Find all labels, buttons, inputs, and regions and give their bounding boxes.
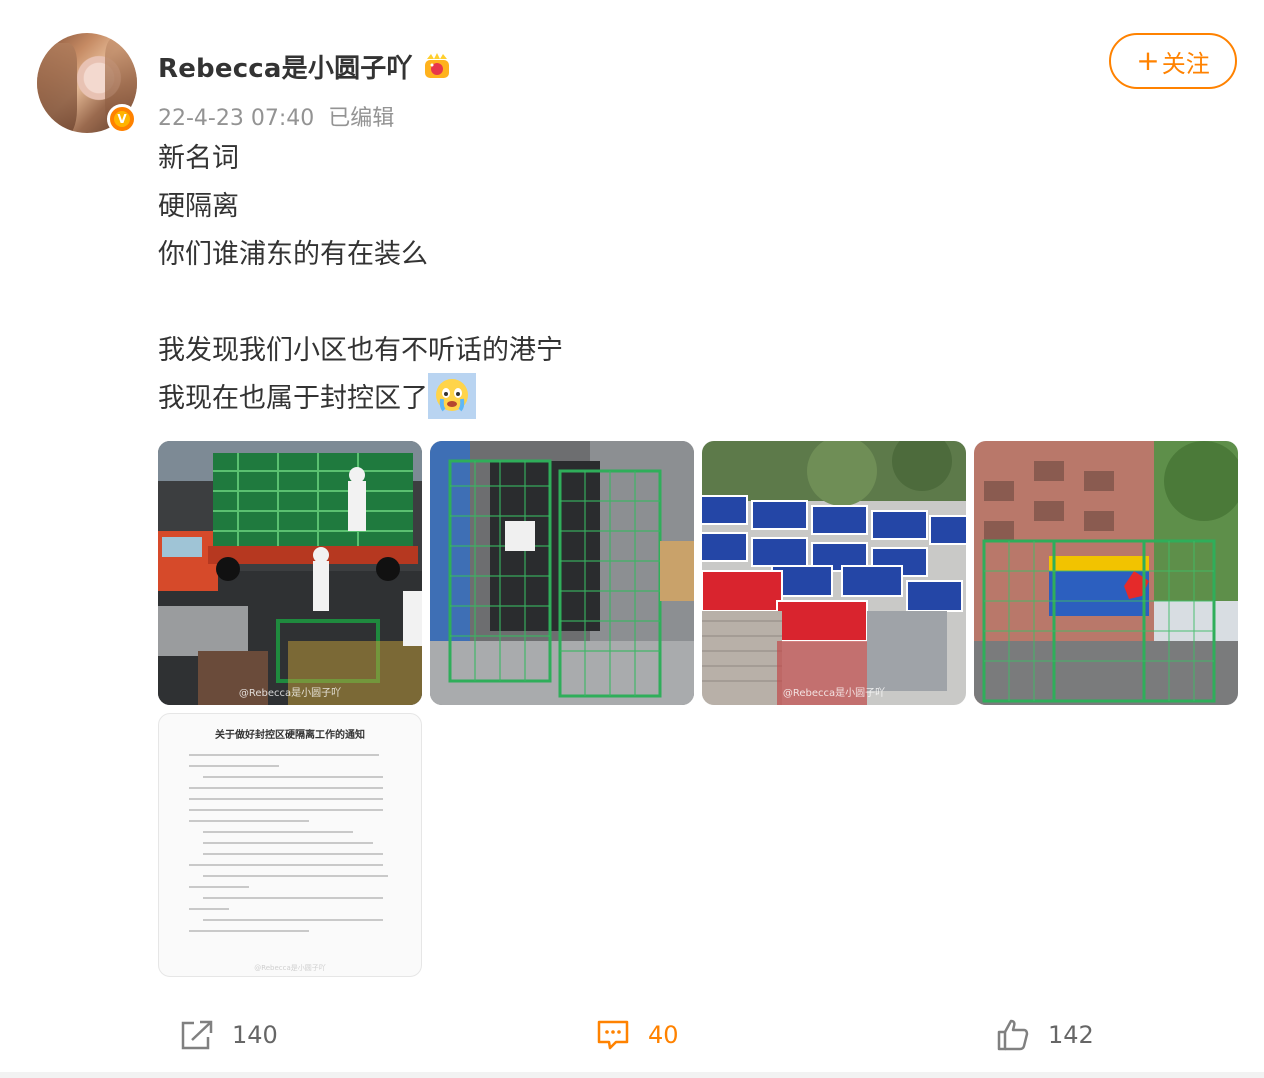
document-line (203, 831, 353, 833)
follow-label: 关注 (1161, 49, 1210, 78)
post-text-line-with-emoji: 我现在也属于封控区了 (158, 372, 563, 423)
photo-building-fence-icon (974, 441, 1238, 705)
comment-button[interactable]: 40 (596, 1017, 679, 1053)
document-line (203, 919, 383, 921)
post-text-line: 我发现我们小区也有不听话的港宁 (158, 335, 563, 366)
document-line (189, 809, 383, 811)
image-watermark: @Rebecca是小圆子吖 (782, 688, 886, 699)
document-line (189, 765, 279, 767)
image-watermark: @Rebecca是小圆子吖 (238, 688, 342, 699)
verified-badge-icon: V (107, 104, 137, 134)
post-text-line (158, 279, 563, 327)
document-body (189, 754, 389, 941)
document-line (203, 842, 373, 844)
edited-label[interactable]: 已编辑 (328, 106, 394, 131)
document-line (189, 864, 383, 866)
image-thumbnail-notice-document[interactable]: 关于做好封控区硬隔离工作的通知 @Rebecca是小圆子吖 (158, 713, 422, 977)
post-text-line: 硬隔离 (158, 191, 239, 222)
post-meta: 22-4-23 07:40 已编辑 (158, 100, 394, 132)
verified-badge-letter: V (114, 111, 130, 127)
comment-count: 40 (648, 1021, 679, 1049)
photo-control-signs-icon (702, 441, 966, 705)
document-line (189, 930, 309, 932)
document-line (189, 798, 383, 800)
crying-face-emoji-icon (428, 372, 476, 419)
image-thumbnail-truck-fences[interactable]: @Rebecca是小圆子吖 (158, 441, 422, 705)
photo-truck-fences-icon (158, 441, 422, 705)
document-line (203, 776, 383, 778)
image-thumbnail-control-signs[interactable]: @Rebecca是小圆子吖 (702, 441, 966, 705)
document-line (203, 875, 388, 877)
divider (0, 1072, 1264, 1078)
document-title: 关于做好封控区硬隔离工作的通知 (215, 730, 365, 741)
crown-icon[interactable] (422, 51, 452, 81)
image-thumbnail-green-gate[interactable] (430, 441, 694, 705)
document-line (189, 820, 309, 822)
follow-button[interactable]: + 关注 (1109, 33, 1237, 89)
document-line (189, 754, 379, 756)
username[interactable]: Rebecca是小圆子吖 (158, 48, 413, 85)
document-line (203, 897, 383, 899)
image-thumbnail-building-fence[interactable] (974, 441, 1238, 705)
share-icon (181, 1020, 213, 1050)
document-line (203, 853, 383, 855)
post-text-line: 你们谁浦东的有在装么 (158, 239, 428, 270)
like-button[interactable]: 142 (996, 1017, 1094, 1053)
document-line (189, 787, 383, 789)
repost-button[interactable]: 140 (180, 1017, 278, 1053)
timestamp[interactable]: 22-4-23 07:40 (158, 106, 314, 131)
document-line (189, 908, 229, 910)
post-text-line: 新名词 (158, 143, 239, 174)
post-text-line: 我现在也属于封控区了 (158, 383, 428, 414)
post-text: 新名词 硬隔离 你们谁浦东的有在装么 我发现我们小区也有不听话的港宁 我现在也属… (158, 135, 563, 423)
document-line (189, 886, 249, 888)
comment-icon (597, 1020, 629, 1050)
photo-green-gate-icon (430, 441, 694, 705)
post-toolbar: 140 40 142 (0, 1005, 1264, 1065)
image-watermark: @Rebecca是小圆子吖 (254, 964, 326, 972)
avatar-hair-left (37, 43, 77, 133)
like-count: 142 (1048, 1021, 1094, 1049)
repost-count: 140 (232, 1021, 278, 1049)
thumbs-up-icon (997, 1019, 1029, 1051)
plus-icon: + (1136, 44, 1160, 77)
